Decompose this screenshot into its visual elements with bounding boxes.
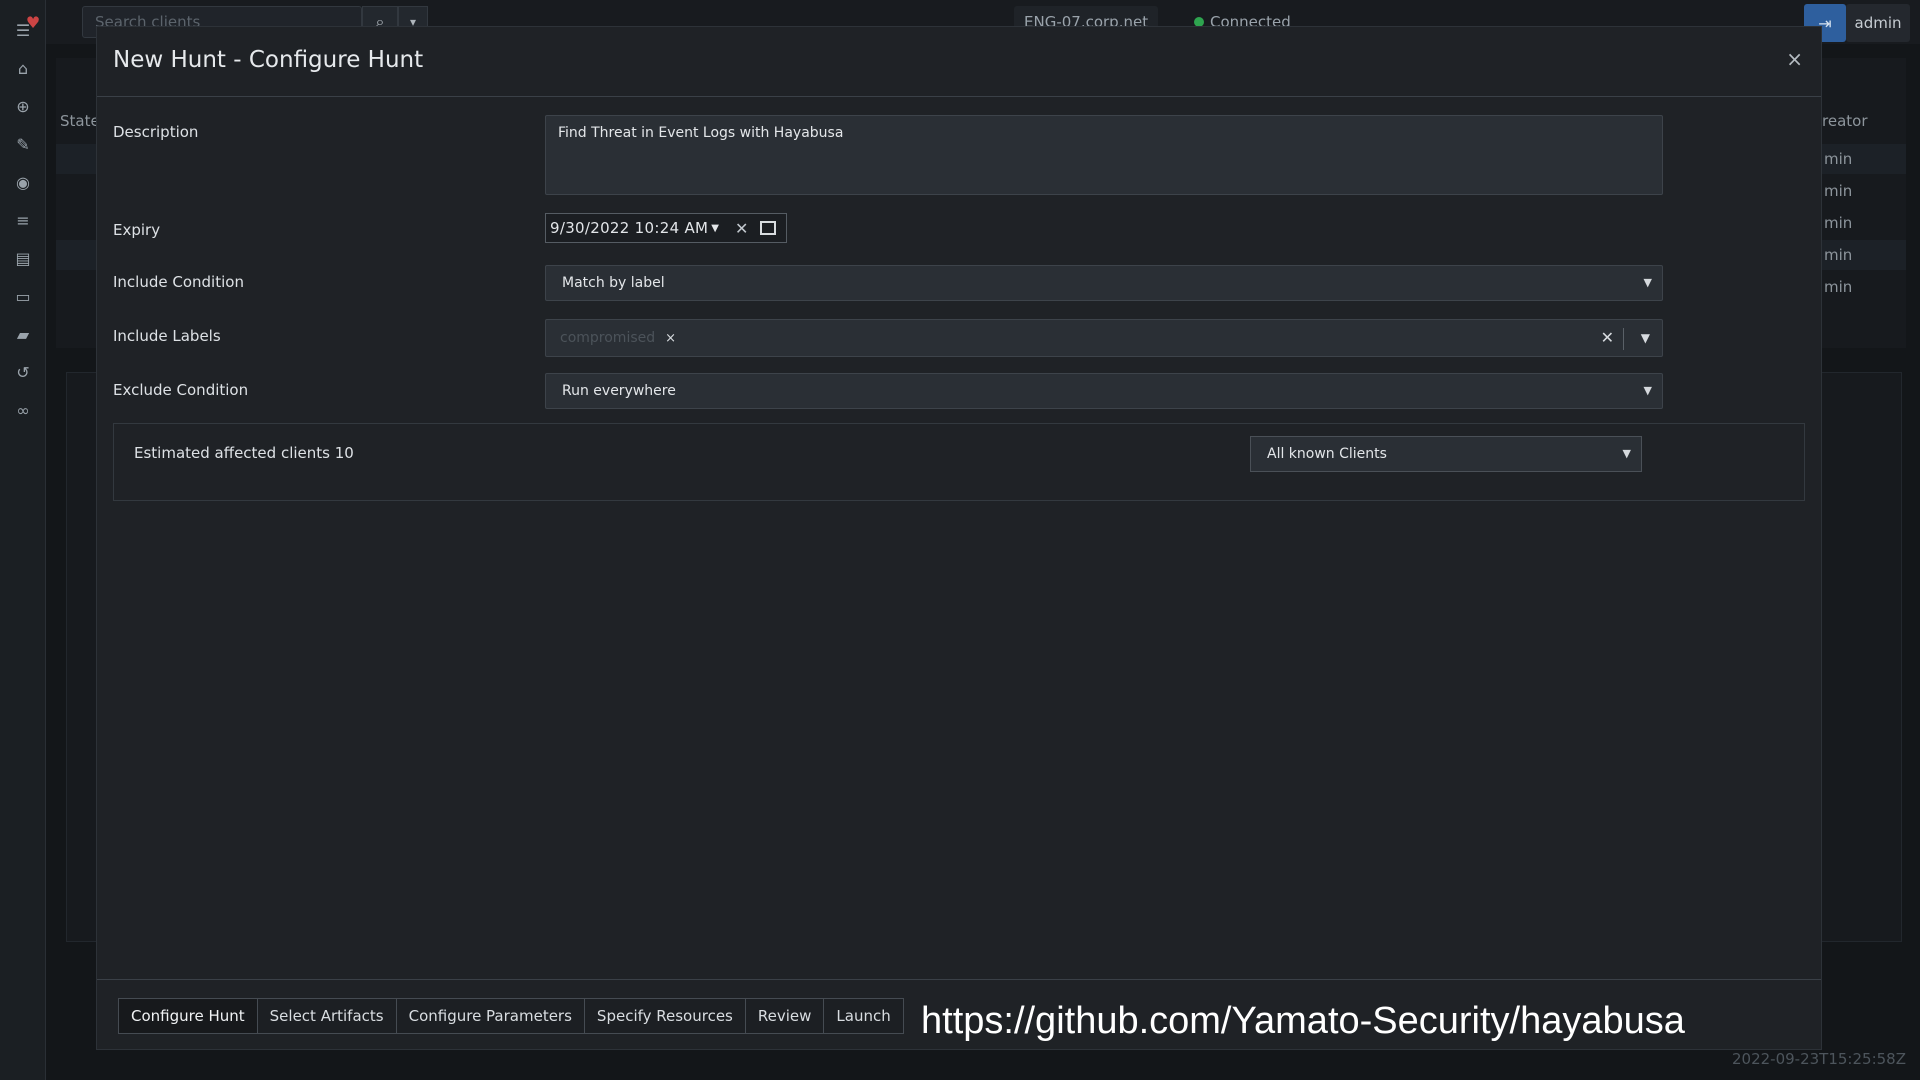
include-condition-select[interactable]: Match by label ▼ <box>545 265 1663 301</box>
chevron-down-icon[interactable]: ▼ <box>711 223 719 234</box>
creator-cell: min <box>1824 278 1853 296</box>
estimated-clients-text: Estimated affected clients 10 <box>134 444 354 462</box>
creator-cell: min <box>1824 150 1853 168</box>
calendar-icon[interactable] <box>760 221 777 235</box>
step-specify-resources[interactable]: Specify Resources <box>583 998 746 1034</box>
chevron-down-icon: ▼ <box>1643 384 1652 397</box>
new-hunt-modal: New Hunt - Configure Hunt × Description … <box>96 26 1822 1050</box>
expiry-value: 9/30/2022 10:24 AM <box>550 219 709 237</box>
exclude-condition-select[interactable]: Run everywhere ▼ <box>545 373 1663 409</box>
chevron-down-icon: ▼ <box>1622 447 1631 460</box>
include-condition-label: Include Condition <box>113 273 244 291</box>
description-label: Description <box>113 123 199 141</box>
step-launch[interactable]: Launch <box>823 998 904 1034</box>
modal-footer: Configure Hunt Select Artifacts Configur… <box>97 979 1821 1051</box>
laptop-icon[interactable]: ▭ <box>0 278 46 314</box>
creator-cell: min <box>1824 214 1853 232</box>
remove-tag-icon[interactable]: × <box>665 331 676 346</box>
chevron-down-icon: ▼ <box>1643 276 1652 289</box>
exclude-condition-label: Exclude Condition <box>113 381 249 399</box>
wrench-icon[interactable]: ✎ <box>0 126 46 162</box>
clear-icon[interactable]: ✕ <box>735 219 748 238</box>
state-column-header: State <box>60 112 100 130</box>
creator-cell: min <box>1824 182 1853 200</box>
include-labels-multiselect[interactable]: compromised × ✕ ▼ <box>545 319 1663 357</box>
wizard-steps: Configure Hunt Select Artifacts Configur… <box>118 998 904 1034</box>
expiry-label: Expiry <box>113 221 161 239</box>
binoculars-icon[interactable]: ∞ <box>0 392 46 428</box>
creator-column-header: reator <box>1822 112 1868 130</box>
clear-icon[interactable]: ✕ <box>1601 328 1614 347</box>
sidebar: ☰ ⌂ ⊕ ✎ ◉ ≡ ▤ ▭ ▰ ↺ ∞ <box>0 0 46 1080</box>
book-icon[interactable]: ▤ <box>0 240 46 276</box>
eye-icon[interactable]: ◉ <box>0 164 46 200</box>
folder-icon[interactable]: ▰ <box>0 316 46 352</box>
modal-header: New Hunt - Configure Hunt × <box>97 27 1821 97</box>
include-condition-value: Match by label <box>562 275 665 291</box>
step-select-artifacts[interactable]: Select Artifacts <box>256 998 397 1034</box>
expiry-datetime-input[interactable]: 9/30/2022 10:24 AM ▼ ✕ <box>545 213 787 243</box>
history-icon[interactable]: ↺ <box>0 354 46 390</box>
logo-icon: ♥ <box>25 12 41 32</box>
chevron-down-icon[interactable]: ▼ <box>1641 331 1650 345</box>
step-review[interactable]: Review <box>744 998 825 1034</box>
creator-cell: min <box>1824 246 1853 264</box>
home-icon[interactable]: ⌂ <box>0 50 46 86</box>
include-labels-label: Include Labels <box>113 327 221 345</box>
close-icon[interactable]: × <box>1786 47 1803 71</box>
crosshair-icon[interactable]: ⊕ <box>0 88 46 124</box>
clients-scope-select[interactable]: All known Clients ▼ <box>1250 436 1642 472</box>
estimate-panel: Estimated affected clients 10 All known … <box>113 423 1805 501</box>
url-overlay-text: https://github.com/Yamato-Security/hayab… <box>921 1000 1685 1042</box>
server-icon[interactable]: ≡ <box>0 202 46 238</box>
separator <box>1623 328 1624 350</box>
label-tag: compromised <box>560 330 656 346</box>
step-configure-parameters[interactable]: Configure Parameters <box>395 998 585 1034</box>
user-menu-button[interactable]: admin <box>1846 4 1910 42</box>
exclude-condition-value: Run everywhere <box>562 383 676 399</box>
description-textarea[interactable]: Find Threat in Event Logs with Hayabusa <box>545 115 1663 195</box>
timestamp: 2022-09-23T15:25:58Z <box>1732 1050 1906 1068</box>
clients-scope-value: All known Clients <box>1267 446 1387 462</box>
step-configure-hunt[interactable]: Configure Hunt <box>118 998 258 1034</box>
modal-title: New Hunt - Configure Hunt <box>113 47 424 73</box>
